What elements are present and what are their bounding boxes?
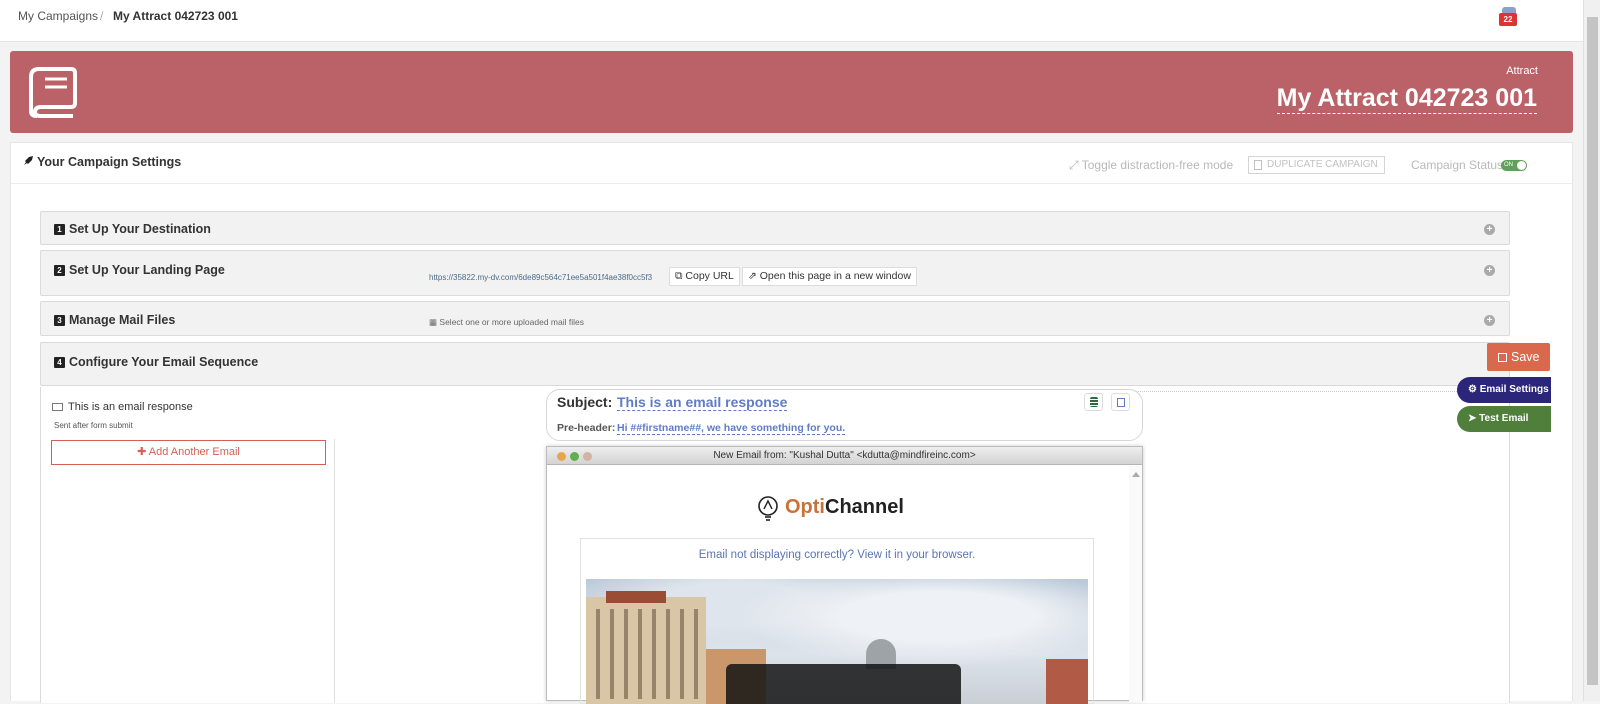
copy-icon <box>1254 160 1262 170</box>
landing-page-url[interactable]: https://35822.my-dv.com/6de89c564c71ee5a… <box>429 273 652 282</box>
section-number: 4 <box>54 357 65 368</box>
copy-icon <box>1117 398 1125 407</box>
mail-files-hint: ▦ Select one or more uploaded mail files <box>429 317 584 328</box>
settings-title: Your Campaign Settings <box>23 155 181 169</box>
email-settings-label: Email Settings <box>1479 384 1549 395</box>
hero-roof <box>606 591 666 603</box>
section-number: 2 <box>54 265 65 276</box>
lightbulb-icon <box>758 496 778 521</box>
book-icon <box>29 67 77 118</box>
settings-title-text: Your Campaign Settings <box>37 155 182 169</box>
cogs-icon: ⚙ <box>1468 384 1480 395</box>
subject-editor: Subject: This is an email response Pre-h… <box>546 389 1143 441</box>
plus-icon: ✚ <box>137 446 149 458</box>
preview-scrollbar[interactable] <box>1129 466 1142 702</box>
open-new-window-button[interactable]: ⇗ Open this page in a new window <box>742 267 917 286</box>
section-destination[interactable]: 1 Set Up Your Destination + <box>40 211 1510 245</box>
column-divider <box>334 439 335 703</box>
email-item-title: This is an email response <box>68 401 193 413</box>
scroll-up-icon[interactable] <box>1132 472 1140 477</box>
brand-part-opti: Opti <box>785 496 825 518</box>
add-another-email-button[interactable]: ✚ Add Another Email <box>51 440 326 465</box>
top-bar: My Campaigns / My Attract 042723 001 22 <box>0 0 1583 42</box>
email-content-frame: Email not displaying correctly? View it … <box>580 538 1094 704</box>
toggle-distraction-free-button[interactable]: ⤢ Toggle distraction-free mode <box>1069 158 1233 173</box>
section-landing-page[interactable]: 2 Set Up Your Landing Page https://35822… <box>40 250 1510 296</box>
section-label: Set Up Your Landing Page <box>69 263 225 277</box>
preheader-value[interactable]: Hi ##firstname##, we have something for … <box>617 422 846 435</box>
mail-files-hint-text: Select one or more uploaded mail files <box>439 317 584 327</box>
hero-building <box>1046 659 1088 704</box>
envelope-icon <box>52 403 63 411</box>
window-close-dot[interactable] <box>557 452 566 461</box>
database-button[interactable] <box>1084 393 1103 411</box>
grid-icon: ▦ <box>429 317 440 327</box>
hero-text-overlay <box>726 664 961 704</box>
open-new-window-label: Open this page in a new window <box>759 270 911 282</box>
test-email-button[interactable]: ➤ Test Email <box>1457 406 1551 432</box>
section-label: Configure Your Email Sequence <box>69 355 259 369</box>
copy-url-button[interactable]: ⧉ Copy URL <box>669 267 740 286</box>
external-link-icon: ⇗ <box>748 270 760 282</box>
subject-label: Subject: <box>557 394 613 410</box>
toggle-distraction-free-label: Toggle distraction-free mode <box>1081 158 1234 172</box>
copy-subject-button[interactable] <box>1111 393 1130 411</box>
database-icon <box>1090 397 1098 407</box>
section-mail-files[interactable]: 3 Manage Mail Files ▦ Select one or more… <box>40 301 1510 336</box>
divider <box>11 183 1572 184</box>
brand-part-channel: Channel <box>825 496 904 518</box>
campaign-status-value: ON <box>1504 162 1513 168</box>
hero-image <box>586 579 1088 704</box>
save-button[interactable]: Save <box>1487 343 1550 371</box>
copy-icon: ⧉ <box>675 270 686 282</box>
window-minimize-dot[interactable] <box>583 452 592 461</box>
email-list-item[interactable]: This is an email response <box>52 401 193 413</box>
section-label: Manage Mail Files <box>69 313 176 327</box>
campaign-status-toggle[interactable]: ON <box>1501 160 1527 171</box>
campaign-type: Attract <box>1506 65 1538 77</box>
brand-wordmark: OptiChannel <box>785 496 904 519</box>
campaign-header-banner: Attract My Attract 042723 001 <box>10 51 1573 133</box>
notification-count-badge: 22 <box>1499 13 1517 26</box>
plus-circle-icon[interactable]: + <box>1484 265 1495 276</box>
copy-url-label: Copy URL <box>685 270 734 282</box>
page-scrollbar[interactable] <box>1583 0 1600 701</box>
campaign-name[interactable]: My Attract 042723 001 <box>1276 84 1537 114</box>
section-email-sequence[interactable]: 4 Configure Your Email Sequence <box>40 342 1510 386</box>
scrollbar-thumb[interactable] <box>1587 17 1598 685</box>
duplicate-campaign-label: DUPLICATE CAMPAIGN <box>1267 159 1378 170</box>
expand-icon: ⤢ <box>1069 158 1082 172</box>
subject-value[interactable]: This is an email response <box>617 394 788 411</box>
section-label: Set Up Your Destination <box>69 222 211 236</box>
breadcrumb-my-campaigns[interactable]: My Campaigns <box>18 9 98 23</box>
plus-circle-icon[interactable]: + <box>1484 315 1495 326</box>
notification-bell-icon[interactable]: 22 <box>1499 4 1519 28</box>
breadcrumb-separator: / <box>100 9 104 23</box>
test-email-label: Test Email <box>1479 413 1529 424</box>
section-number: 3 <box>54 315 65 326</box>
preview-window-title: New Email from: "Kushal Dutta" <kdutta@m… <box>713 450 976 461</box>
campaign-status-label: Campaign Status: <box>1411 158 1507 172</box>
preview-window-titlebar: New Email from: "Kushal Dutta" <kdutta@m… <box>547 447 1142 465</box>
section-number: 1 <box>54 224 65 235</box>
paper-plane-icon: ➤ <box>1468 413 1480 424</box>
view-in-browser-link[interactable]: Email not displaying correctly? View it … <box>581 549 1093 561</box>
add-another-email-label: Add Another Email <box>148 446 240 458</box>
floppy-disk-icon <box>1498 353 1507 362</box>
breadcrumb-current: My Attract 042723 001 <box>113 9 238 23</box>
save-label: Save <box>1511 350 1540 364</box>
window-zoom-dot[interactable] <box>570 452 579 461</box>
duplicate-campaign-button[interactable]: DUPLICATE CAMPAIGN <box>1248 156 1385 174</box>
email-settings-button[interactable]: ⚙ Email Settings <box>1457 377 1551 403</box>
hero-building-windows <box>586 609 706 699</box>
plus-circle-icon[interactable]: + <box>1484 224 1495 235</box>
email-preview-window: New Email from: "Kushal Dutta" <kdutta@m… <box>546 446 1143 704</box>
email-item-trigger: Sent after form submit <box>54 421 133 430</box>
preheader-label: Pre-header: <box>557 422 616 434</box>
rocket-icon <box>24 156 33 165</box>
